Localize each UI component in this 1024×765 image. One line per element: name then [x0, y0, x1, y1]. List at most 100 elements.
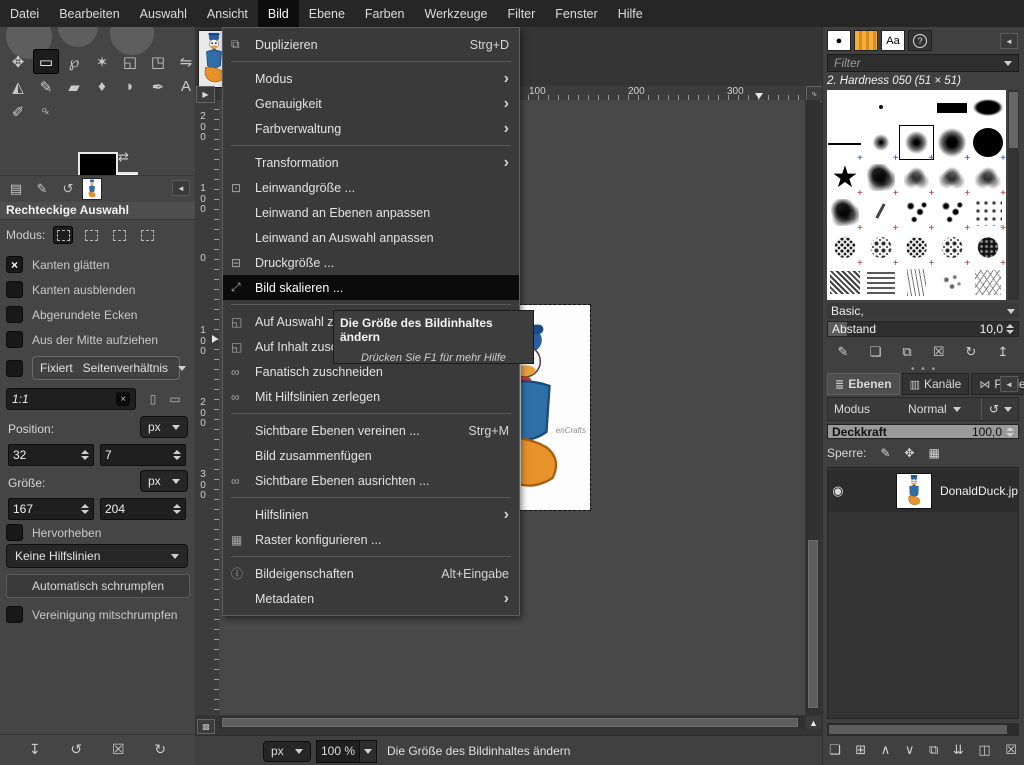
- reset-tool-icon[interactable]: ↻: [154, 741, 166, 758]
- menu-item[interactable]: Bild zusammenfügen: [223, 443, 519, 468]
- statusbar-unit-dropdown[interactable]: px: [263, 741, 311, 762]
- brush-item[interactable]: [827, 90, 863, 125]
- paintbrush-tool-icon[interactable]: ✎: [33, 74, 59, 99]
- fonts-tab-icon[interactable]: Aa: [881, 30, 905, 51]
- brush-item[interactable]: [970, 125, 1006, 160]
- menubar-item-hilfe[interactable]: Hilfe: [608, 0, 653, 27]
- menu-item[interactable]: Modus›: [223, 66, 519, 91]
- layer-list-scrollbar[interactable]: [827, 723, 1019, 736]
- brush-item[interactable]: [970, 230, 1006, 265]
- smudge-tool-icon[interactable]: ◗: [117, 74, 143, 99]
- clear-icon[interactable]: ×: [116, 392, 130, 406]
- spinner-icons[interactable]: [81, 504, 89, 514]
- menu-item[interactable]: Genauigkeit›: [223, 91, 519, 116]
- brushes-tab-icon[interactable]: ●: [827, 30, 851, 51]
- brush-group-dropdown[interactable]: Basic,: [827, 303, 1019, 319]
- move-tool-icon[interactable]: ✥: [5, 49, 31, 74]
- foreground-color-swatch[interactable]: [78, 152, 118, 175]
- menu-item[interactable]: Hilfslinien›: [223, 502, 519, 527]
- brush-item[interactable]: [899, 265, 935, 300]
- crop-tool-icon[interactable]: ◱: [117, 49, 143, 74]
- position-y-input[interactable]: 7: [100, 444, 186, 466]
- paths-tool-icon[interactable]: ✒: [145, 74, 171, 99]
- menu-item[interactable]: Leinwand an Ebenen anpassen: [223, 200, 519, 225]
- menubar-item-werkzeuge[interactable]: Werkzeuge: [415, 0, 498, 27]
- menubar-item-datei[interactable]: Datei: [0, 0, 49, 27]
- lower-layer-icon[interactable]: ∨: [905, 742, 915, 758]
- spinner-icons[interactable]: [1006, 324, 1014, 334]
- collapse-dock-icon[interactable]: ◄: [172, 180, 190, 196]
- size-unit-dropdown[interactable]: px: [140, 470, 188, 492]
- brush-item[interactable]: [934, 90, 970, 125]
- brush-spacing-slider[interactable]: Abstand 10,0: [827, 321, 1019, 337]
- refresh-brushes-icon[interactable]: ↻: [966, 344, 977, 360]
- highlight-checkbox[interactable]: [6, 524, 23, 541]
- delete-preset-icon[interactable]: ☒: [112, 741, 125, 758]
- restore-preset-icon[interactable]: ↺: [70, 741, 82, 758]
- landscape-icon[interactable]: ▭: [166, 390, 184, 408]
- mode-replace-button[interactable]: [53, 226, 73, 244]
- merge-down-icon[interactable]: ⇊: [953, 742, 964, 758]
- brush-item[interactable]: [899, 90, 935, 125]
- size-width-input[interactable]: 167: [8, 498, 94, 520]
- brush-item[interactable]: [827, 230, 863, 265]
- brush-item[interactable]: [934, 195, 970, 230]
- help-tab-icon[interactable]: ?: [908, 30, 932, 51]
- brush-item[interactable]: [934, 265, 970, 300]
- delete-brush-icon[interactable]: ☒: [933, 344, 945, 360]
- brush-item[interactable]: [863, 195, 899, 230]
- spinner-icons[interactable]: [81, 450, 89, 460]
- checkbox[interactable]: [6, 306, 23, 323]
- spinner-icons[interactable]: [1006, 427, 1014, 437]
- mode-intersect-button[interactable]: [137, 226, 157, 244]
- guides-dropdown[interactable]: Keine Hilfslinien: [6, 544, 188, 568]
- add-layer-mask-icon[interactable]: ◫: [978, 742, 990, 758]
- menu-item[interactable]: ⊟Druckgröße ...: [223, 250, 519, 275]
- bucket-fill-tool-icon[interactable]: ◭: [5, 74, 31, 99]
- navigation-icon[interactable]: ▲: [806, 716, 821, 729]
- scrollbar-thumb[interactable]: [808, 540, 818, 708]
- menu-item[interactable]: ∞Sichtbare Ebenen ausrichten ...: [223, 468, 519, 493]
- brush-item[interactable]: [970, 195, 1006, 230]
- brush-item[interactable]: [827, 265, 863, 300]
- brush-item[interactable]: [899, 230, 935, 265]
- layer-mode-reset-button[interactable]: ↺: [981, 398, 1012, 420]
- scrollbar-thumb[interactable]: [829, 725, 1007, 734]
- tab-kanäle[interactable]: ▥Kanäle: [902, 373, 970, 395]
- layer-thumbnail[interactable]: [896, 473, 932, 509]
- brush-item[interactable]: [863, 230, 899, 265]
- color-picker-tool-icon[interactable]: ✐: [5, 99, 31, 124]
- size-height-input[interactable]: 204: [100, 498, 186, 520]
- horizontal-scrollbar[interactable]: [219, 716, 805, 729]
- duplicate-brush-icon[interactable]: ⧉: [902, 344, 911, 360]
- flip-tool-icon[interactable]: ⇋: [173, 49, 195, 74]
- position-unit-dropdown[interactable]: px: [140, 416, 188, 438]
- fixed-checkbox[interactable]: [6, 360, 23, 377]
- statusbar-zoom-value[interactable]: 100 %: [316, 740, 360, 763]
- brush-item[interactable]: [970, 160, 1006, 195]
- save-preset-icon[interactable]: ↧: [29, 741, 41, 758]
- menu-item[interactable]: Sichtbare Ebenen vereinen ...Strg+M: [223, 418, 519, 443]
- brush-item[interactable]: ★: [827, 160, 863, 195]
- collapse-dock-icon[interactable]: ◄: [1000, 376, 1018, 392]
- statusbar-zoom-dropdown[interactable]: [360, 740, 377, 763]
- mode-add-button[interactable]: [81, 226, 101, 244]
- brush-item[interactable]: [863, 90, 899, 125]
- lock-position-icon[interactable]: ✥: [904, 446, 914, 460]
- menubar-item-filter[interactable]: Filter: [498, 0, 546, 27]
- aspect-ratio-input[interactable]: 1:1 ×: [6, 388, 136, 410]
- canvas-menu-icon[interactable]: ▶: [196, 86, 215, 103]
- brush-item[interactable]: [899, 160, 935, 195]
- brush-item[interactable]: [934, 125, 970, 160]
- fuzzy-select-tool-icon[interactable]: ✶: [89, 49, 115, 74]
- menu-item[interactable]: ⊡Leinwandgröße ...: [223, 175, 519, 200]
- rectangle-select-tool-icon[interactable]: ▭: [33, 49, 59, 74]
- new-brush-icon[interactable]: ❏: [870, 344, 882, 360]
- checkbox[interactable]: [6, 281, 23, 298]
- tab-ebenen[interactable]: ≣Ebenen: [827, 373, 900, 395]
- tool-options-tab-icon[interactable]: ▤: [4, 179, 28, 199]
- checkbox[interactable]: [6, 331, 23, 348]
- zoom-tool-icon[interactable]: ♀: [33, 99, 59, 124]
- menubar-item-bild[interactable]: Bild: [258, 0, 299, 27]
- brush-item[interactable]: [899, 125, 935, 160]
